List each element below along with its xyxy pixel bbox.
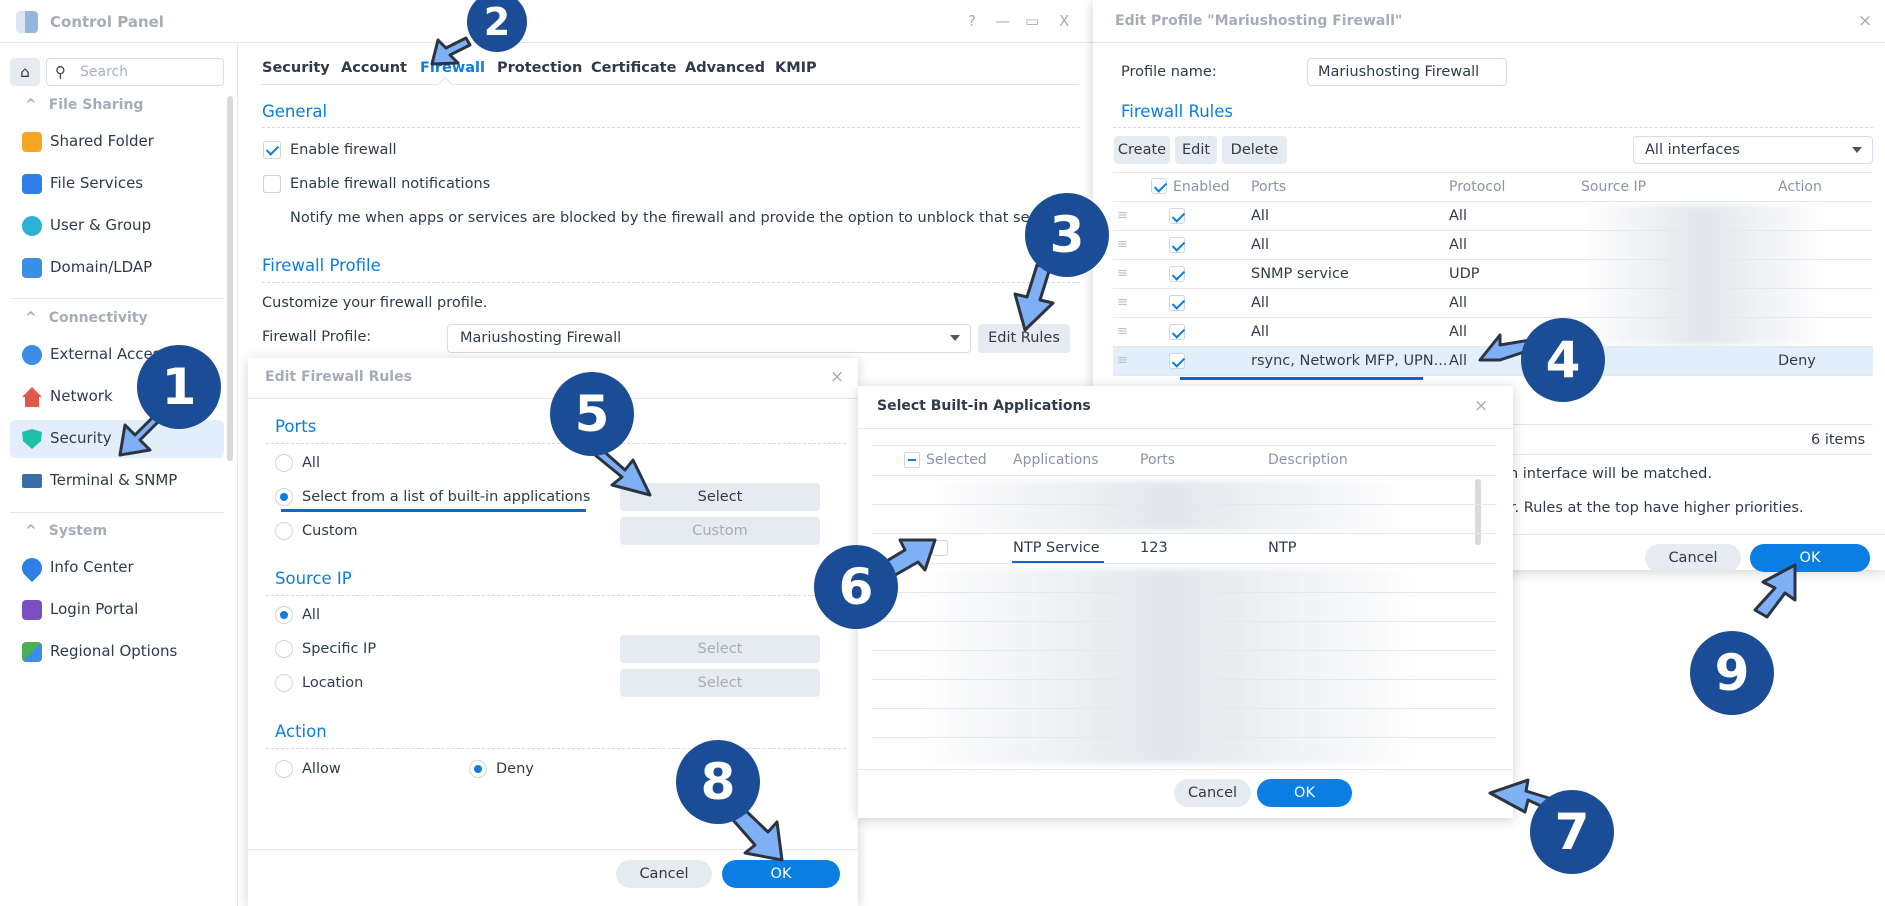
step-badge-6: 6 [814, 545, 898, 629]
arrow-3-icon [1013, 263, 1055, 332]
step-badge-9: 9 [1690, 631, 1774, 715]
step-badge-4: 4 [1521, 318, 1605, 402]
arrow-5-icon [593, 446, 652, 497]
step-badge-5: 5 [550, 372, 634, 456]
arrow-9-icon [1753, 563, 1797, 619]
step-badge-7: 7 [1530, 790, 1614, 874]
step-badge-3: 3 [1025, 193, 1109, 277]
step-badge-8: 8 [676, 740, 760, 824]
step-badge-1: 1 [137, 345, 221, 429]
annotation-layer [118, 36, 1797, 862]
arrow-2-icon [430, 36, 472, 66]
